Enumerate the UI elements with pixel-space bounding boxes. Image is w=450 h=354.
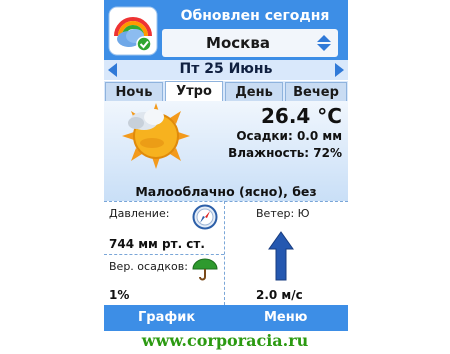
divider — [104, 201, 348, 202]
pressure-value: 744 мм рт. ст. — [109, 237, 205, 251]
site-watermark: www.corporacia.ru — [141, 331, 309, 350]
weather-app-logo-icon — [108, 6, 158, 56]
umbrella-icon — [192, 257, 218, 281]
softkey-bar: График Меню — [104, 305, 348, 331]
tab-evening[interactable]: Вечер — [285, 82, 347, 101]
weather-app-screen: Обновлен сегодня Москва Пт 25 Июнь Ночь … — [104, 0, 348, 354]
divider — [104, 254, 224, 255]
humidity: Влажность: 72% — [228, 146, 342, 160]
precipitation-amount: Осадки: 0.0 мм — [236, 129, 342, 143]
app-header: Обновлен сегодня Москва — [104, 0, 348, 60]
partly-cloudy-sun-icon — [118, 101, 194, 171]
day-period-tabs: Ночь Утро День Вечер — [104, 81, 348, 102]
wind-arrow-up-icon — [268, 231, 294, 281]
wind-speed: 2.0 м/с — [256, 288, 303, 302]
tab-night[interactable]: Ночь — [105, 82, 163, 101]
compass-icon — [192, 204, 218, 230]
chart-softkey-button[interactable]: График — [138, 310, 195, 325]
updated-label: Обновлен сегодня — [180, 8, 330, 24]
city-name: Москва — [206, 34, 270, 52]
current-date: Пт 25 Июнь — [179, 61, 273, 77]
date-navigation: Пт 25 Июнь — [104, 60, 348, 80]
up-down-arrows-icon[interactable] — [316, 34, 332, 52]
tab-morning[interactable]: Утро — [165, 81, 223, 102]
current-weather-panel: 26.4 °C Осадки: 0.0 мм Влажность: 72% Ма… — [104, 101, 348, 214]
divider — [224, 201, 225, 305]
weather-details: Давление: 744 мм рт. ст. Вер. осадков: 1… — [104, 201, 348, 305]
precip-chance-value: 1% — [109, 288, 130, 302]
menu-softkey-button[interactable]: Меню — [264, 310, 307, 325]
tab-day[interactable]: День — [225, 82, 283, 101]
city-selector[interactable]: Москва — [162, 29, 338, 57]
arrow-right-icon[interactable] — [335, 63, 344, 77]
pressure-label: Давление: — [109, 207, 170, 220]
precip-chance-label: Вер. осадков: — [109, 260, 188, 273]
wind-label: Ветер: Ю — [256, 207, 310, 220]
temperature: 26.4 °C — [261, 104, 342, 128]
